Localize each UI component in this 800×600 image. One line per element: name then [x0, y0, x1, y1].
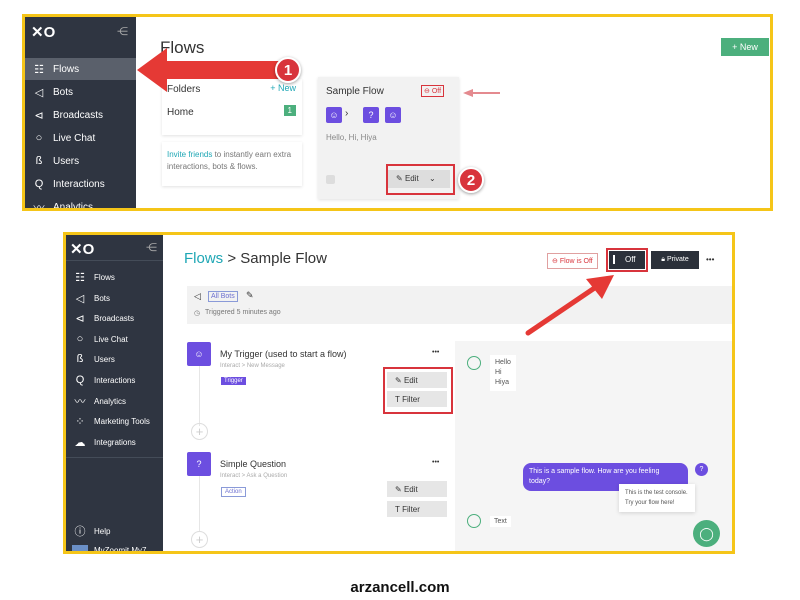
annotation-arrows	[137, 48, 500, 97]
top-screenshot: ✕O ⋲ ☷ Flows ◁ Bots ⊲ Broadcasts ○ Live Chat…	[22, 14, 773, 211]
bottom-screenshot: ✕O ⋲ ☷ Flows ◁ Bots ⊲ Broadcasts ○ Live Chat…	[63, 232, 735, 554]
step-badge-1: 1	[275, 57, 301, 83]
red-arrow-line	[525, 284, 599, 336]
annotation-arrow	[525, 275, 614, 336]
watermark: arzancell.com	[350, 579, 450, 596]
red-arrow-left	[137, 48, 285, 92]
pink-arrow-head	[463, 89, 473, 97]
red-arrow-head	[586, 275, 614, 299]
step-badge-2: 2	[458, 167, 484, 193]
